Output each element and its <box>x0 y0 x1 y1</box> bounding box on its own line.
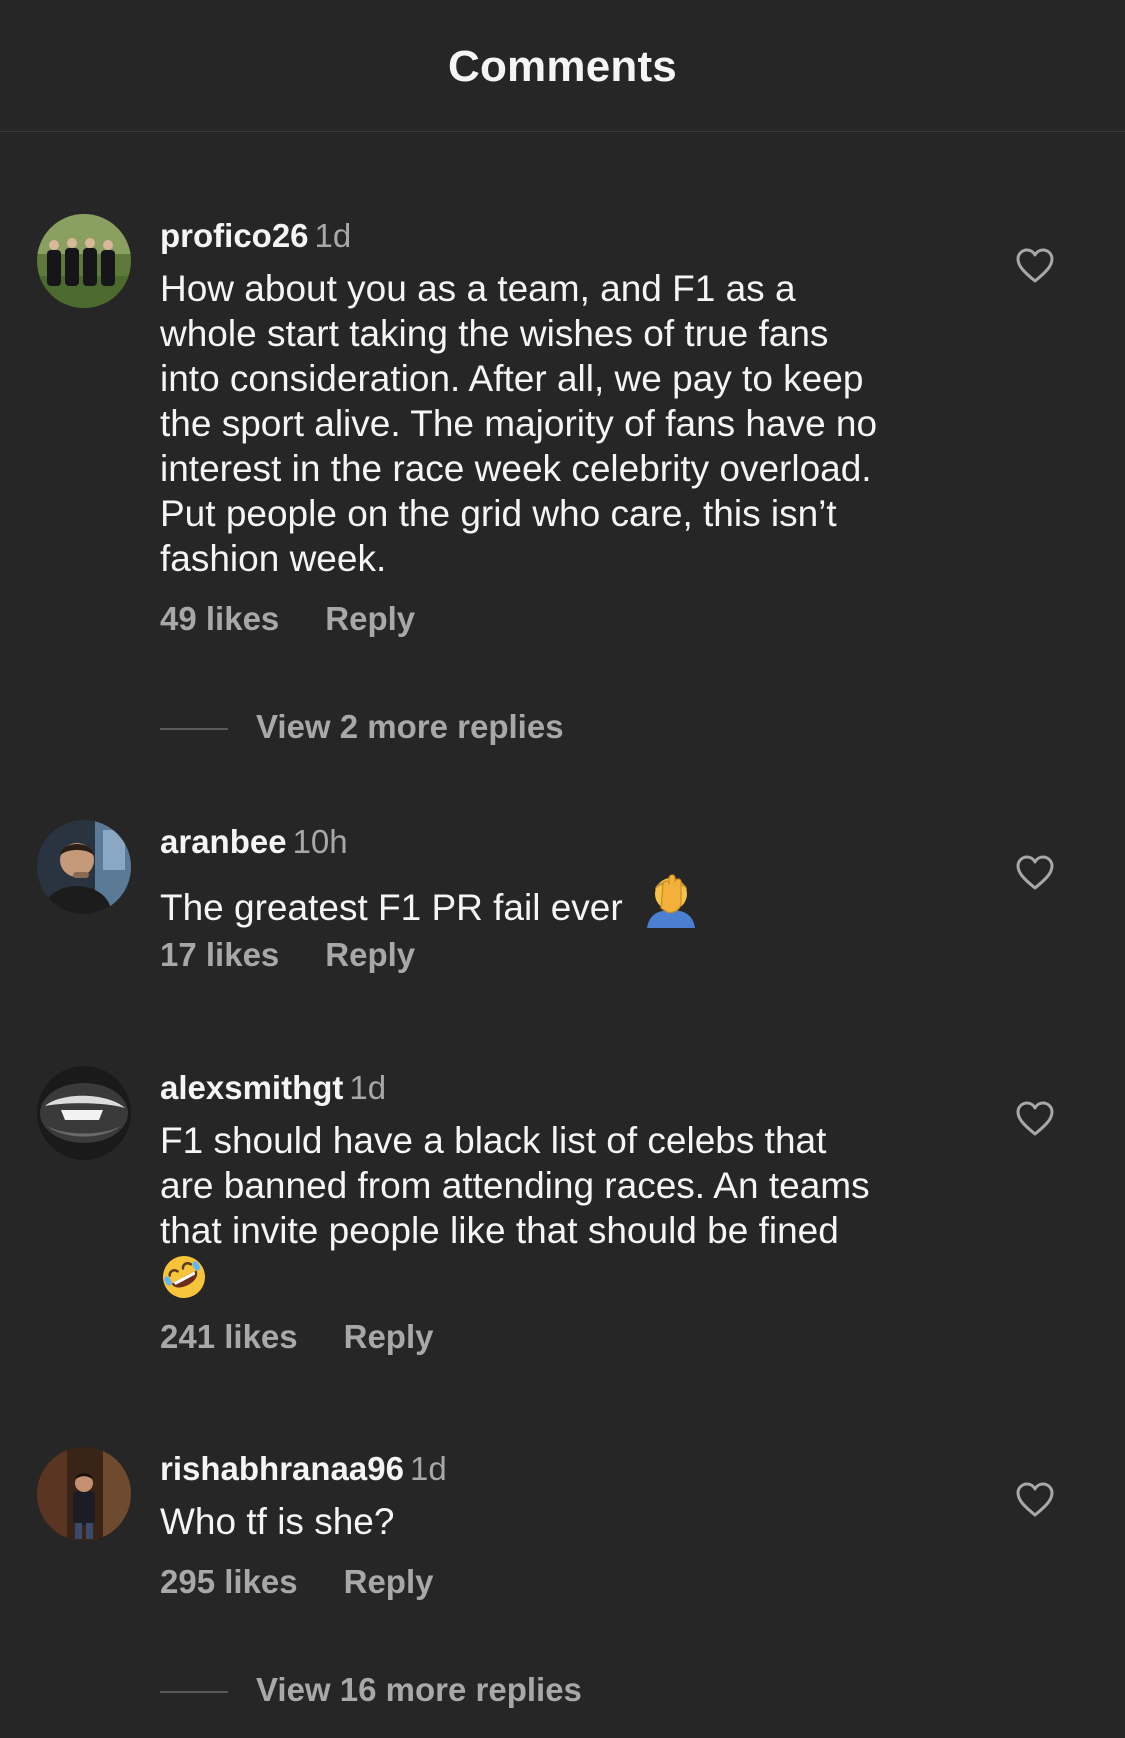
avatar[interactable] <box>37 214 131 308</box>
face-palm-icon <box>646 874 695 928</box>
comments-header: Comments <box>0 0 1125 132</box>
comment-meta: profico26 1d <box>160 216 351 256</box>
comment-line: the sport alive. The majority of fans ha… <box>160 403 878 444</box>
heart-icon[interactable] <box>1016 1101 1054 1137</box>
avatar[interactable] <box>37 1447 131 1541</box>
page-title: Comments <box>448 42 677 91</box>
comment-line: are banned from attending races. An team… <box>160 1165 870 1206</box>
timestamp: 1d <box>314 217 352 254</box>
comment-line: into consideration. After all, we pay to… <box>160 358 864 399</box>
comment-line: interest in the race week celebrity over… <box>160 448 872 489</box>
reply-button[interactable]: Reply <box>344 1563 434 1600</box>
avatar[interactable] <box>37 1066 131 1160</box>
username[interactable]: rishabhranaa96 <box>160 1450 404 1487</box>
view-replies-label: View 16 more replies <box>256 1671 582 1708</box>
comment-line: How about you as a team, and F1 as a <box>160 268 796 309</box>
comment-line: that invite people like that should be f… <box>160 1210 839 1251</box>
username[interactable]: alexsmithgt <box>160 1069 343 1106</box>
comment-actions: 295 likes Reply <box>160 1563 434 1601</box>
comment-line: Put people on the grid who care, this is… <box>160 493 837 534</box>
reply-button[interactable]: Reply <box>325 600 415 637</box>
timestamp: 1d <box>409 1450 447 1487</box>
comment-line: whole start taking the wishes of true fa… <box>160 313 829 354</box>
rolling-on-the-floor-laughing-icon <box>163 1256 205 1298</box>
comment-text: F1 should have a black list of celebs th… <box>160 1118 960 1298</box>
heart-icon[interactable] <box>1016 855 1054 891</box>
reply-button[interactable]: Reply <box>344 1318 434 1355</box>
heart-icon[interactable] <box>1016 248 1054 284</box>
comment-line: F1 should have a black list of celebs th… <box>160 1120 827 1161</box>
divider <box>160 728 228 731</box>
username[interactable]: profico26 <box>160 217 309 254</box>
comment-line: Who tf is she? <box>160 1501 395 1542</box>
comment-line: The greatest F1 PR fail ever <box>160 887 623 928</box>
comment-text: The greatest F1 PR fail ever <box>160 872 960 930</box>
comment-actions: 49 likes Reply <box>160 600 415 638</box>
username[interactable]: aranbee <box>160 823 287 860</box>
likes-count[interactable]: 49 likes <box>160 600 279 637</box>
comment-line: fashion week. <box>160 538 387 579</box>
comment-actions: 241 likes Reply <box>160 1318 434 1356</box>
likes-count[interactable]: 17 likes <box>160 936 279 973</box>
view-more-replies[interactable]: View 2 more replies <box>160 708 564 746</box>
timestamp: 1d <box>349 1069 387 1106</box>
likes-count[interactable]: 241 likes <box>160 1318 298 1355</box>
comment-meta: alexsmithgt 1d <box>160 1068 386 1108</box>
likes-count[interactable]: 295 likes <box>160 1563 298 1600</box>
comment-meta: aranbee 10h <box>160 822 348 862</box>
view-replies-label: View 2 more replies <box>256 708 564 745</box>
comment-text: How about you as a team, and F1 as a who… <box>160 266 960 581</box>
heart-icon[interactable] <box>1016 1482 1054 1518</box>
reply-button[interactable]: Reply <box>325 936 415 973</box>
avatar[interactable] <box>37 820 131 914</box>
view-more-replies[interactable]: View 16 more replies <box>160 1671 582 1709</box>
divider <box>160 1691 228 1694</box>
comment-text: Who tf is she? <box>160 1499 960 1544</box>
comment-meta: rishabhranaa96 1d <box>160 1449 447 1489</box>
timestamp: 10h <box>292 823 348 860</box>
comment-actions: 17 likes Reply <box>160 936 415 974</box>
